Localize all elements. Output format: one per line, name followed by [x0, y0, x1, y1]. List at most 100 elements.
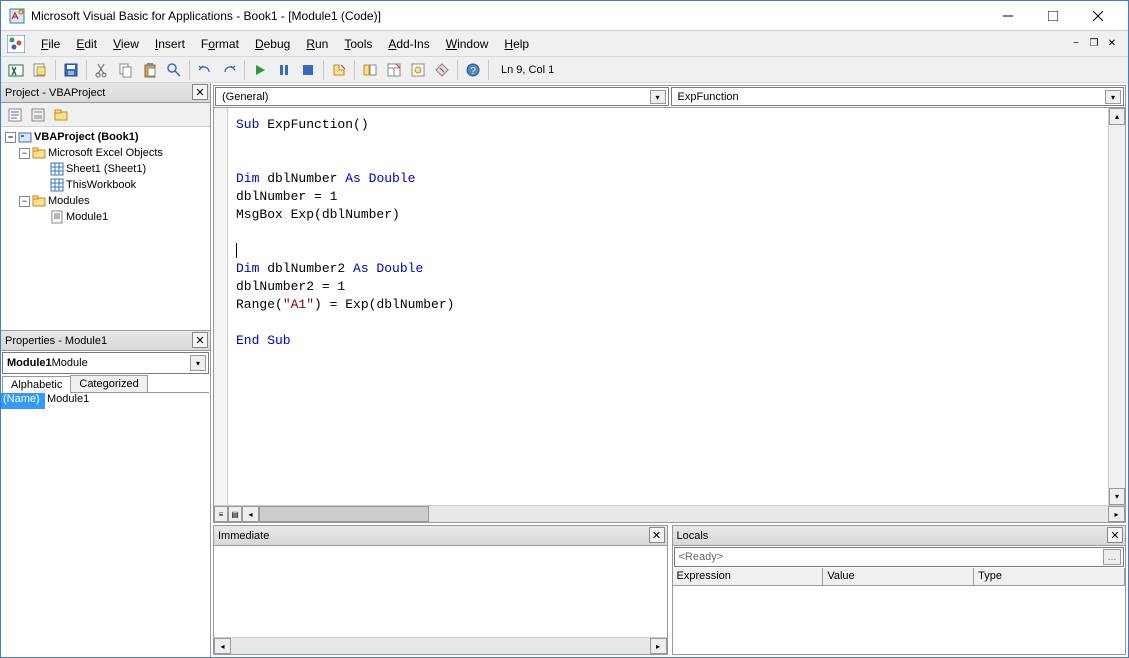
chevron-down-icon[interactable]: ▾	[650, 90, 666, 104]
locals-close-button[interactable]: ✕	[1107, 527, 1123, 543]
worksheet-icon	[50, 162, 64, 176]
tree-thisworkbook[interactable]: ThisWorkbook	[5, 177, 206, 193]
help-button[interactable]: ?	[462, 59, 484, 81]
scroll-left-button[interactable]: ◂	[214, 638, 231, 654]
object-browser-button[interactable]	[407, 59, 429, 81]
object-dropdown[interactable]: (General) ▾	[215, 87, 669, 106]
horizontal-scrollbar[interactable]: ◂ ▸	[242, 506, 1125, 522]
tree-label: Modules	[48, 195, 90, 207]
locals-col-value[interactable]: Value	[823, 568, 974, 585]
tab-alphabetic[interactable]: Alphabetic	[2, 376, 71, 393]
menu-window[interactable]: Window	[438, 34, 497, 54]
tree-sheet1[interactable]: Sheet1 (Sheet1)	[5, 161, 206, 177]
procedure-view-button[interactable]: ≡	[214, 506, 228, 522]
mdi-close-button[interactable]: ✕	[1104, 37, 1120, 51]
scroll-right-button[interactable]: ▸	[1108, 506, 1125, 522]
collapse-icon[interactable]: −	[19, 196, 30, 207]
project-tree[interactable]: − VBAProject (Book1) − Microsoft Excel O…	[1, 127, 210, 330]
locals-context-dropdown[interactable]: <Ready> …	[674, 547, 1125, 567]
full-module-view-button[interactable]: ▤	[228, 506, 242, 522]
vertical-scrollbar[interactable]: ▴ ▾	[1108, 108, 1125, 505]
tree-root[interactable]: − VBAProject (Book1)	[5, 129, 206, 145]
immediate-input[interactable]	[214, 546, 667, 637]
reset-button[interactable]	[297, 59, 319, 81]
code-editor[interactable]: Sub ExpFunction() Dim dblNumber As Doubl…	[228, 108, 1108, 505]
run-button[interactable]	[249, 59, 271, 81]
properties-object-dropdown[interactable]: Module1 Module ▾	[2, 352, 209, 374]
redo-button[interactable]	[218, 59, 240, 81]
title-bar: Microsoft Visual Basic for Applications …	[1, 1, 1128, 31]
paste-button[interactable]	[139, 59, 161, 81]
properties-window-button[interactable]	[383, 59, 405, 81]
scrollbar-thumb[interactable]	[259, 506, 429, 522]
code-window: (General) ▾ ExpFunction ▾ Sub ExpFunctio…	[213, 85, 1126, 523]
menu-tools[interactable]: Tools	[336, 34, 380, 54]
immediate-hscroll[interactable]: ◂ ▸	[214, 637, 667, 654]
project-explorer-button[interactable]	[359, 59, 381, 81]
chevron-down-icon[interactable]: ▾	[190, 355, 206, 371]
menu-run[interactable]: Run	[298, 34, 336, 54]
tree-module1[interactable]: Module1	[5, 209, 206, 225]
immediate-close-button[interactable]: ✕	[649, 527, 665, 543]
locals-title: Locals	[677, 530, 709, 542]
mdi-minimize-button[interactable]: −	[1068, 37, 1084, 51]
code-margin[interactable]	[214, 108, 228, 505]
menu-file[interactable]: File	[33, 34, 68, 54]
scroll-right-button[interactable]: ▸	[650, 638, 667, 654]
undo-button[interactable]	[194, 59, 216, 81]
copy-button[interactable]	[115, 59, 137, 81]
tree-root-label: VBAProject (Book1)	[34, 131, 139, 143]
menu-help[interactable]: Help	[496, 34, 537, 54]
immediate-window: Immediate ✕ ◂ ▸	[213, 525, 668, 655]
locals-body[interactable]	[673, 586, 1126, 654]
procedure-dropdown[interactable]: ExpFunction ▾	[671, 87, 1125, 106]
chevron-down-icon[interactable]: ▾	[1105, 90, 1121, 104]
vba-menu-icon	[7, 35, 25, 53]
find-button[interactable]	[163, 59, 185, 81]
menu-edit[interactable]: Edit	[68, 34, 105, 54]
view-code-button[interactable]	[5, 105, 25, 125]
mdi-restore-button[interactable]: ❐	[1086, 37, 1102, 51]
menu-addins[interactable]: Add-Ins	[380, 34, 437, 54]
scroll-down-button[interactable]: ▾	[1109, 488, 1125, 505]
insert-module-button[interactable]	[29, 59, 51, 81]
tree-modules[interactable]: − Modules	[5, 193, 206, 209]
property-row[interactable]: (Name) Module1	[1, 393, 210, 409]
collapse-icon[interactable]: −	[19, 148, 30, 159]
property-value[interactable]: Module1	[45, 393, 210, 409]
menu-bar: File Edit View Insert Format Debug Run T…	[1, 31, 1128, 57]
menu-format[interactable]: Format	[193, 34, 247, 54]
properties-panel-title: Properties - Module1	[5, 335, 107, 347]
tree-label: Microsoft Excel Objects	[48, 147, 163, 159]
cut-button[interactable]	[91, 59, 113, 81]
cursor-position: Ln 9, Col 1	[501, 64, 554, 76]
collapse-icon[interactable]: −	[5, 132, 16, 143]
locals-col-type[interactable]: Type	[974, 568, 1125, 585]
scroll-left-button[interactable]: ◂	[242, 506, 259, 522]
view-object-button[interactable]	[28, 105, 48, 125]
close-button[interactable]	[1075, 2, 1120, 30]
toggle-folders-button[interactable]	[51, 105, 71, 125]
scroll-up-button[interactable]: ▴	[1109, 108, 1125, 125]
properties-panel-header: Properties - Module1 ✕	[1, 331, 210, 351]
save-button[interactable]	[60, 59, 82, 81]
project-panel-close-button[interactable]: ✕	[192, 84, 208, 100]
tab-categorized[interactable]: Categorized	[70, 375, 147, 392]
tree-excel-objects[interactable]: − Microsoft Excel Objects	[5, 145, 206, 161]
view-excel-button[interactable]	[5, 59, 27, 81]
standard-toolbar: ? Ln 9, Col 1	[1, 57, 1128, 83]
properties-panel-close-button[interactable]: ✕	[192, 332, 208, 348]
menu-view[interactable]: View	[105, 34, 147, 54]
ellipsis-button[interactable]: …	[1103, 549, 1121, 565]
menu-insert[interactable]: Insert	[147, 34, 193, 54]
tree-label: Sheet1 (Sheet1)	[66, 163, 146, 175]
break-button[interactable]	[273, 59, 295, 81]
toolbox-button[interactable]	[431, 59, 453, 81]
maximize-button[interactable]	[1030, 2, 1075, 30]
design-mode-button[interactable]	[328, 59, 350, 81]
properties-grid[interactable]: (Name) Module1	[1, 393, 210, 657]
locals-col-expression[interactable]: Expression	[673, 568, 824, 585]
immediate-header: Immediate ✕	[214, 526, 667, 546]
minimize-button[interactable]	[985, 2, 1030, 30]
menu-debug[interactable]: Debug	[247, 34, 298, 54]
